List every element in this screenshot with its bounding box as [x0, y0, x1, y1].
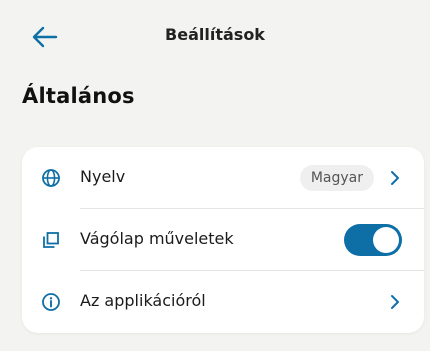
info-icon: [40, 291, 62, 313]
settings-item-label: Az applikációról: [80, 291, 206, 310]
page-title: Beállítások: [165, 25, 265, 44]
copy-icon: [40, 229, 62, 251]
clipboard-toggle[interactable]: [344, 224, 402, 256]
section-title: Általános: [22, 84, 135, 108]
settings-item-label: Nyelv: [80, 167, 126, 186]
chevron-right-icon: [391, 171, 399, 185]
settings-item-language[interactable]: Nyelv Magyar: [22, 147, 424, 209]
language-value-badge: Magyar: [299, 165, 374, 191]
settings-item-clipboard[interactable]: Vágólap műveletek: [22, 209, 424, 271]
settings-card: Nyelv Magyar Vágólap műveletek Az applik…: [22, 147, 424, 333]
globe-icon: [40, 167, 62, 189]
chevron-right-icon: [391, 295, 399, 309]
settings-item-about[interactable]: Az applikációról: [22, 271, 424, 333]
toggle-knob: [373, 227, 399, 253]
header: Beállítások: [0, 0, 430, 70]
settings-item-label: Vágólap műveletek: [80, 229, 234, 248]
